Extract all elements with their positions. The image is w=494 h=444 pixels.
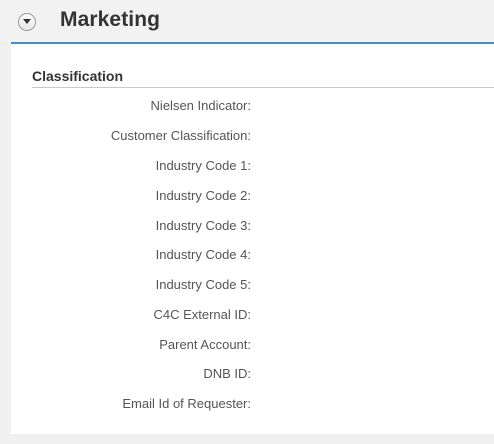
field-row-customer-classification: Customer Classification: bbox=[11, 126, 494, 146]
field-row-dnb-id: DNB ID: bbox=[11, 364, 494, 384]
marketing-page: Marketing Classification Nielsen Indicat… bbox=[0, 0, 494, 444]
field-label: Customer Classification: bbox=[110, 128, 251, 143]
field-label: Industry Code 1: bbox=[155, 158, 251, 173]
field-row-industry-code-5: Industry Code 5: bbox=[11, 275, 494, 295]
field-row-email-id-of-requester: Email Id of Requester: bbox=[11, 394, 494, 414]
field-label: Parent Account: bbox=[159, 337, 251, 352]
group-divider bbox=[32, 87, 494, 88]
section-header: Marketing bbox=[0, 0, 494, 42]
field-row-industry-code-1: Industry Code 1: bbox=[11, 156, 494, 176]
field-label: Industry Code 3: bbox=[155, 218, 251, 233]
field-label: DNB ID: bbox=[203, 366, 251, 381]
field-row-industry-code-4: Industry Code 4: bbox=[11, 245, 494, 265]
field-row-parent-account: Parent Account: bbox=[11, 335, 494, 355]
field-label: Nielsen Indicator: bbox=[150, 98, 251, 113]
chevron-down-icon bbox=[23, 19, 31, 24]
field-label: C4C External ID: bbox=[153, 307, 251, 322]
field-label: Email Id of Requester: bbox=[122, 396, 251, 411]
field-label: Industry Code 2: bbox=[155, 188, 251, 203]
field-row-industry-code-2: Industry Code 2: bbox=[11, 186, 494, 206]
section-panel: Classification Nielsen Indicator: Custom… bbox=[11, 42, 494, 434]
collapse-toggle-button[interactable] bbox=[18, 13, 36, 31]
field-row-industry-code-3: Industry Code 3: bbox=[11, 216, 494, 236]
field-row-c4c-external-id: C4C External ID: bbox=[11, 305, 494, 325]
field-label: Industry Code 4: bbox=[155, 247, 251, 262]
group-title: Classification bbox=[32, 68, 124, 84]
section-title: Marketing bbox=[60, 8, 161, 31]
field-label: Industry Code 5: bbox=[155, 277, 251, 292]
field-row-nielsen-indicator: Nielsen Indicator: bbox=[11, 96, 494, 116]
